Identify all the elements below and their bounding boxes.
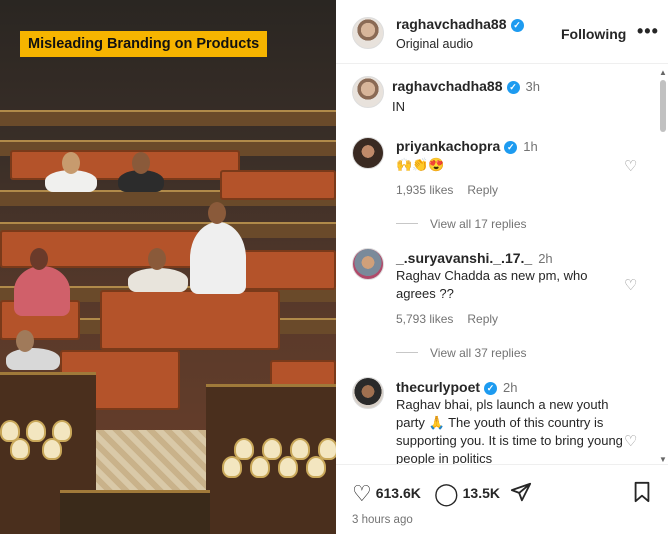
share-button[interactable] (510, 481, 532, 503)
post-actions: ♡ 613.6K ◯ 13.5K 3 hours ago (336, 464, 668, 534)
save-button[interactable] (632, 481, 652, 503)
share-icon (510, 482, 532, 502)
comments-list[interactable]: raghavchadha88 ✓ 3h IN priyankachopra ✓ 1h 🙌… (336, 64, 668, 464)
avatar[interactable] (352, 76, 384, 108)
verified-badge-icon: ✓ (484, 382, 498, 395)
scroll-up-icon[interactable]: ▲ (659, 68, 667, 77)
avatar[interactable] (352, 377, 384, 409)
comment-username[interactable]: thecurlypoet ✓ 2h (396, 379, 517, 395)
caption-username[interactable]: raghavchadha88 ✓ 3h (392, 78, 540, 94)
post-media[interactable]: Misleading Branding on Products (0, 0, 336, 534)
comment-username[interactable]: _.suryavanshi._.17._ 2h (396, 250, 553, 266)
avatar[interactable] (352, 137, 384, 169)
media-banner: Misleading Branding on Products (20, 31, 268, 57)
caption-text: IN (392, 99, 405, 114)
comment-likes[interactable]: 5,793 likes (396, 312, 453, 326)
reply-button[interactable]: Reply (467, 312, 498, 326)
comment-button[interactable]: ◯ 13.5K (434, 481, 500, 507)
comment-icon: ◯ (434, 481, 459, 506)
verified-badge-icon: ✓ (504, 141, 518, 154)
bookmark-icon (634, 481, 650, 503)
comment-username[interactable]: priyankachopra ✓ 1h (396, 138, 538, 154)
caption-time: 3h (525, 79, 540, 94)
view-replies-button[interactable]: View all 17 replies (396, 217, 527, 231)
comment-text: 🙌👏😍 (396, 157, 445, 172)
post-header: raghavchadha88 ✓ Original audio Following… (336, 0, 668, 64)
comments-scrollbar[interactable]: ▲ ▼ (658, 68, 668, 464)
scroll-down-icon[interactable]: ▼ (659, 455, 667, 464)
post-timestamp: 3 hours ago (352, 514, 413, 526)
verified-badge-icon: ✓ (506, 81, 520, 94)
verified-badge-icon: ✓ (510, 19, 524, 32)
heart-icon[interactable]: ♡ (624, 432, 637, 450)
more-options-icon[interactable]: ••• (637, 21, 659, 42)
reply-button[interactable]: Reply (467, 183, 498, 197)
heart-icon: ♡ (352, 481, 372, 506)
avatar[interactable] (352, 17, 384, 49)
audio-label[interactable]: Original audio (396, 37, 473, 51)
avatar[interactable] (352, 248, 384, 280)
heart-icon[interactable]: ♡ (624, 157, 637, 175)
comment-likes[interactable]: 1,935 likes (396, 183, 453, 197)
scrollbar-thumb[interactable] (660, 80, 666, 132)
comment-text: Raghav bhai, pls launch a new youth part… (396, 397, 623, 464)
like-button[interactable]: ♡ 613.6K (352, 481, 421, 507)
comment-meta: 5,793 likes Reply (396, 312, 512, 326)
post-sidebar: raghavchadha88 ✓ Original audio Following… (336, 0, 668, 534)
comment-text: Raghav Chadda as new pm, who agrees ?? (396, 268, 588, 301)
view-replies-button[interactable]: View all 37 replies (396, 346, 527, 360)
comment-meta: 1,935 likes Reply (396, 183, 512, 197)
heart-icon[interactable]: ♡ (624, 276, 637, 294)
following-button[interactable]: Following (561, 26, 626, 42)
author-username[interactable]: raghavchadha88 ✓ (396, 16, 524, 32)
